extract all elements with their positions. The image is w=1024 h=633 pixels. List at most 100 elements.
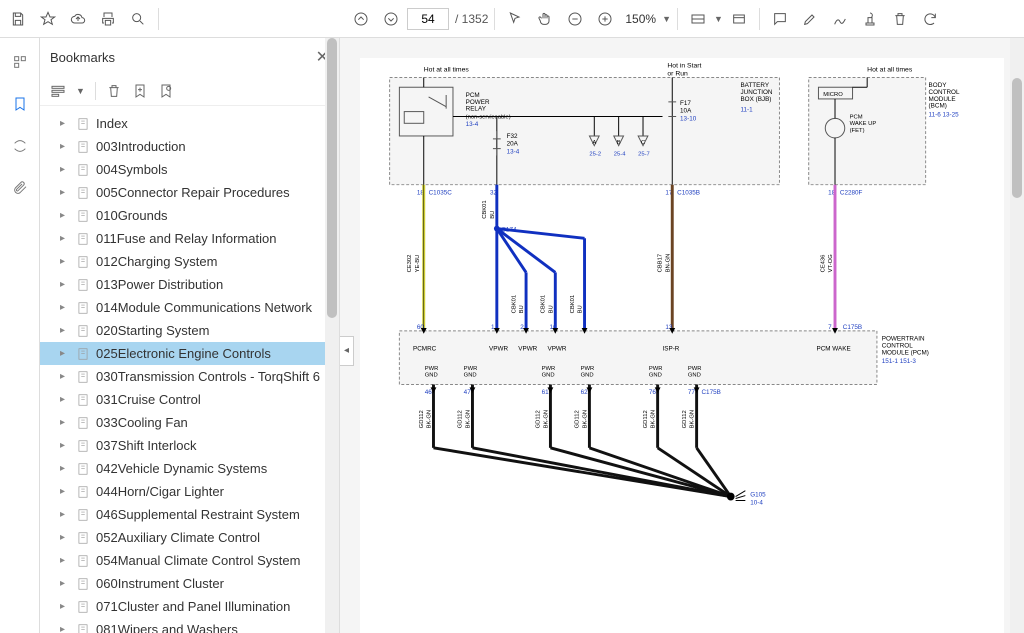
find-bookmark-icon[interactable]: [158, 83, 174, 99]
page-down-icon[interactable]: [377, 5, 405, 33]
bookmark-label: 003Introduction: [96, 139, 186, 154]
svg-text:BATTERYJUNCTIONBOX (BJB): BATTERYJUNCTIONBOX (BJB): [740, 82, 772, 103]
zoom-out-icon[interactable]: [561, 5, 589, 33]
bookmark-item[interactable]: ▸046Supplemental Restraint System: [40, 503, 339, 526]
bookmarks-tab[interactable]: [6, 90, 34, 118]
save-icon[interactable]: [4, 5, 32, 33]
bookmark-label: 042Vehicle Dynamic Systems: [96, 461, 267, 476]
print-icon[interactable]: [94, 5, 122, 33]
bookmark-item[interactable]: ▸014Module Communications Network: [40, 296, 339, 319]
bookmark-item[interactable]: ▸004Symbols: [40, 158, 339, 181]
svg-text:BODYCONTROLMODULE(BCM): BODYCONTROLMODULE(BCM): [929, 82, 960, 109]
bookmark-label: 011Fuse and Relay Information: [96, 231, 276, 246]
bookmark-item[interactable]: ▸031Cruise Control: [40, 388, 339, 411]
top-toolbar: / 1352 150% ▼ ▼: [0, 0, 1024, 38]
fit-width-icon[interactable]: [684, 5, 712, 33]
svg-text:A: A: [592, 140, 596, 146]
bookmark-item[interactable]: ▸071Cluster and Panel Illumination: [40, 595, 339, 618]
bookmark-item[interactable]: ▸060Instrument Cluster: [40, 572, 339, 595]
svg-text:CBK01: CBK01: [541, 295, 547, 313]
svg-text:PWRGND: PWRGND: [649, 366, 663, 379]
svg-text:C2280F: C2280F: [840, 189, 863, 196]
bookmark-item[interactable]: ▸033Cooling Fan: [40, 411, 339, 434]
svg-text:G105: G105: [750, 492, 766, 499]
bookmark-item[interactable]: ▸044Horn/Cigar Lighter: [40, 480, 339, 503]
bookmark-label: 033Cooling Fan: [96, 415, 188, 430]
pointer-icon[interactable]: [501, 5, 529, 33]
bookmark-item[interactable]: ▸081Wipers and Washers: [40, 618, 339, 633]
svg-text:C175B: C175B: [701, 389, 720, 396]
add-bookmark-icon[interactable]: [132, 83, 148, 99]
bookmark-item[interactable]: ▸Index: [40, 112, 339, 135]
bookmark-label: 054Manual Climate Control System: [96, 553, 300, 568]
bookmark-item[interactable]: ▸013Power Distribution: [40, 273, 339, 296]
svg-text:1: 1: [491, 324, 495, 331]
bookmark-item[interactable]: ▸012Charging System: [40, 250, 339, 273]
bookmark-item[interactable]: ▸054Manual Climate Control System: [40, 549, 339, 572]
panel-title: Bookmarks: [50, 50, 115, 65]
svg-text:VPWR: VPWR: [548, 345, 567, 352]
svg-text:76: 76: [649, 389, 657, 396]
viewer-scrollbar[interactable]: [1010, 38, 1024, 633]
svg-text:20A: 20A: [507, 141, 519, 148]
bookmark-item[interactable]: ▸003Introduction: [40, 135, 339, 158]
svg-text:POWERTRAINCONTROLMODULE (PCM): POWERTRAINCONTROLMODULE (PCM): [882, 336, 929, 357]
svg-text:F17: F17: [680, 100, 691, 107]
svg-text:77: 77: [688, 389, 696, 396]
svg-text:BK-GN: BK-GN: [544, 410, 550, 428]
svg-text:PWRGND: PWRGND: [688, 366, 702, 379]
bookmark-item[interactable]: ▸030Transmission Controls - TorqShift 6: [40, 365, 339, 388]
thumbnails-tab[interactable]: [6, 48, 34, 76]
page-number-input[interactable]: [407, 8, 449, 30]
bookmark-item[interactable]: ▸042Vehicle Dynamic Systems: [40, 457, 339, 480]
zoom-in-icon[interactable]: [591, 5, 619, 33]
svg-text:Hot at all times: Hot at all times: [867, 67, 913, 74]
page-total: / 1352: [455, 12, 488, 26]
bookmark-item[interactable]: ▸037Shift Interlock: [40, 434, 339, 457]
svg-text:CE302: CE302: [407, 255, 413, 273]
svg-text:13-4: 13-4: [507, 149, 520, 156]
svg-text:VPWR: VPWR: [489, 345, 508, 352]
layers-tab[interactable]: [6, 132, 34, 160]
bookmark-item[interactable]: ▸011Fuse and Relay Information: [40, 227, 339, 250]
highlight-icon[interactable]: [796, 5, 824, 33]
bookmark-label: 013Power Distribution: [96, 277, 223, 292]
bookmark-item[interactable]: ▸052Auxiliary Climate Control: [40, 526, 339, 549]
bookmark-label: 044Horn/Cigar Lighter: [96, 484, 224, 499]
bookmark-item[interactable]: ▸005Connector Repair Procedures: [40, 181, 339, 204]
trash-icon[interactable]: [886, 5, 914, 33]
svg-text:CE436: CE436: [820, 255, 826, 273]
redo-icon[interactable]: [916, 5, 944, 33]
page-up-icon[interactable]: [347, 5, 375, 33]
star-icon[interactable]: [34, 5, 62, 33]
bookmark-label: 012Charging System: [96, 254, 217, 269]
svg-text:10A: 10A: [680, 108, 692, 115]
bookmark-item[interactable]: ▸025Electronic Engine Controls: [40, 342, 339, 365]
bookmark-item[interactable]: ▸020Starting System: [40, 319, 339, 342]
svg-text:7: 7: [828, 324, 832, 331]
cloud-upload-icon[interactable]: [64, 5, 92, 33]
zoom-level[interactable]: 150%: [621, 12, 660, 26]
search-icon[interactable]: [124, 5, 152, 33]
svg-text:25-4: 25-4: [614, 151, 626, 157]
collapse-handle[interactable]: ◂: [340, 336, 354, 366]
svg-text:Hot at all times: Hot at all times: [424, 67, 470, 74]
bookmark-label: 030Transmission Controls - TorqShift 6: [96, 369, 320, 384]
svg-text:PWRGND: PWRGND: [464, 366, 478, 379]
options-icon[interactable]: [50, 83, 66, 99]
read-mode-icon[interactable]: [725, 5, 753, 33]
delete-bookmark-icon[interactable]: [106, 83, 122, 99]
svg-text:C1035C: C1035C: [429, 189, 453, 196]
svg-text:2: 2: [520, 324, 524, 331]
pan-icon[interactable]: [531, 5, 559, 33]
svg-text:PWRGND: PWRGND: [542, 366, 556, 379]
bookmarks-scrollbar[interactable]: [325, 38, 339, 633]
svg-text:151-1 151-3: 151-1 151-3: [882, 358, 917, 365]
comment-icon[interactable]: [766, 5, 794, 33]
svg-text:62: 62: [581, 389, 589, 396]
bookmark-label: 025Electronic Engine Controls: [96, 346, 271, 361]
draw-icon[interactable]: [826, 5, 854, 33]
attachments-tab[interactable]: [6, 174, 34, 202]
stamp-icon[interactable]: [856, 5, 884, 33]
bookmark-item[interactable]: ▸010Grounds: [40, 204, 339, 227]
